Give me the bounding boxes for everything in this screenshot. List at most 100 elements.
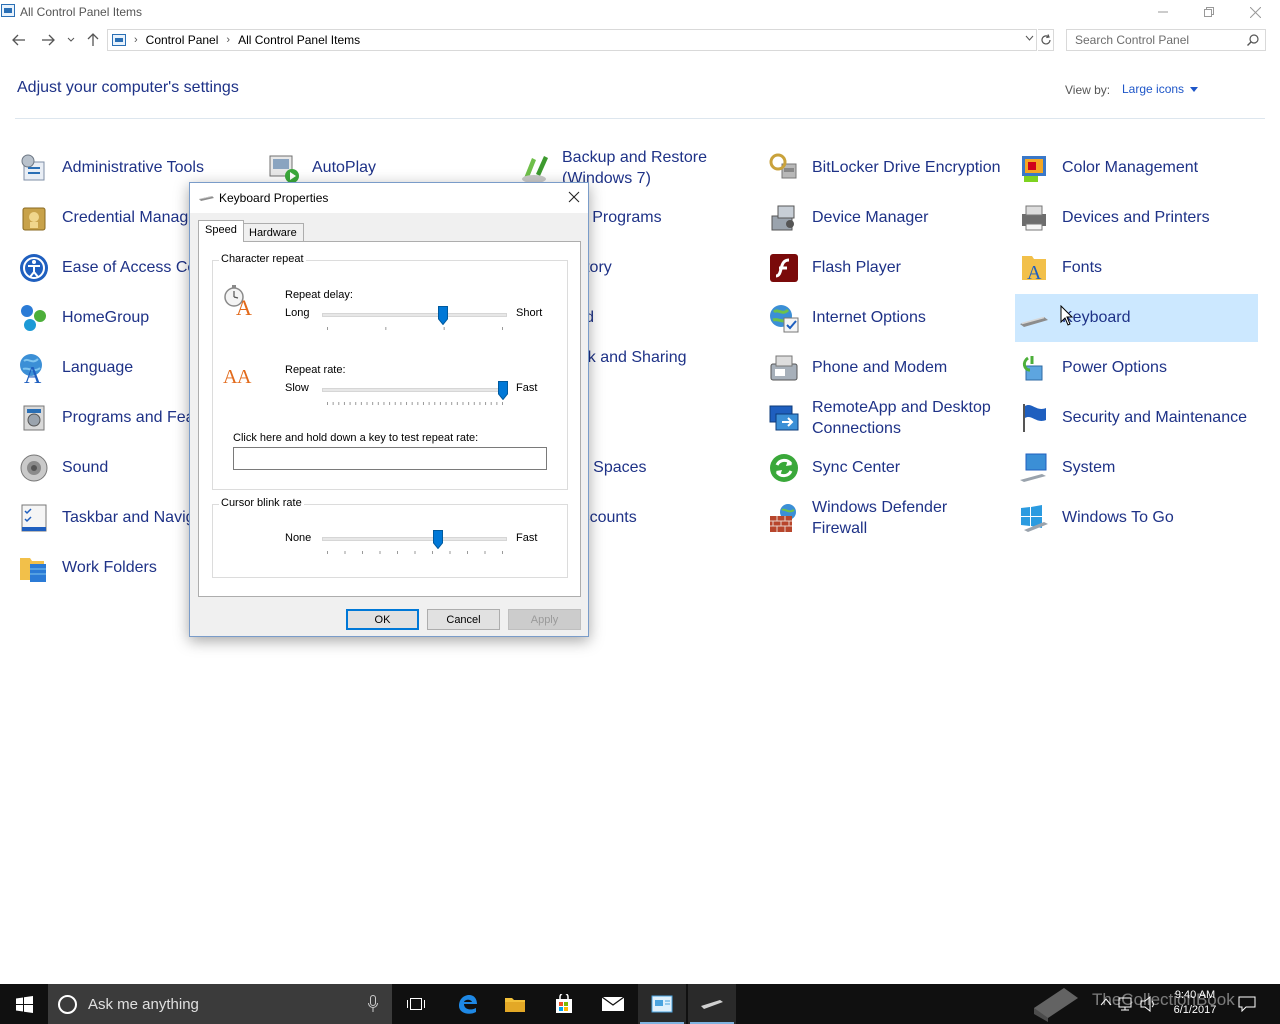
task-view-button[interactable]: [392, 984, 440, 1024]
cp-item-label: Sound: [62, 459, 109, 476]
cp-item-bitlocker[interactable]: BitLocker Drive Encryption: [765, 144, 1008, 192]
repeat-delay-icon: A: [224, 285, 252, 317]
restore-button[interactable]: [1186, 0, 1232, 24]
repeat-rate-icon: A A: [223, 366, 252, 388]
cp-item-label: Work Folders: [62, 559, 157, 576]
tab-speed[interactable]: Speed: [198, 220, 244, 242]
up-arrow-icon: [87, 33, 99, 46]
up-button[interactable]: [83, 28, 103, 52]
minimize-button[interactable]: [1140, 0, 1186, 24]
watermark-logo: [1034, 988, 1078, 1022]
dialog-titlebar: Keyboard Properties: [190, 183, 588, 213]
cp-item-flash-player[interactable]: Flash Player: [765, 244, 1008, 292]
device-manager-icon: [768, 202, 800, 234]
control-panel-taskbar-button[interactable]: [638, 984, 686, 1024]
windows-to-go-icon: [1018, 502, 1050, 534]
cp-item-power-options[interactable]: Power Options: [1015, 344, 1258, 392]
cursor-blink-slider[interactable]: [322, 537, 507, 541]
search-box[interactable]: [1066, 29, 1266, 51]
delay-short-label: Short: [516, 307, 543, 319]
cp-item-label: HomeGroup: [62, 309, 150, 326]
breadcrumb-control-panel[interactable]: Control Panel: [146, 33, 219, 47]
cp-item-firewall[interactable]: Windows Defender Firewall: [765, 494, 1008, 542]
repeat-rate-slider[interactable]: [322, 388, 507, 392]
cp-item-phone-modem[interactable]: Phone and Modem: [765, 344, 1008, 392]
character-repeat-label: Character repeat: [219, 253, 306, 265]
test-repeat-input[interactable]: [233, 447, 547, 470]
control-panel-icon: [651, 995, 673, 1013]
close-icon: [1249, 6, 1261, 18]
ok-button[interactable]: OK: [346, 609, 419, 630]
cancel-button[interactable]: Cancel: [427, 609, 500, 630]
cp-item-device-manager[interactable]: Device Manager: [765, 194, 1008, 242]
cp-item-label: Ease of Access Cer: [62, 259, 202, 276]
edge-button[interactable]: [443, 984, 491, 1024]
control-panel-icon: [112, 34, 126, 46]
forward-arrow-icon: [42, 34, 55, 46]
microphone-icon[interactable]: [368, 995, 378, 1013]
restore-icon: [1204, 7, 1214, 17]
repeat-delay-slider[interactable]: [322, 313, 507, 317]
close-button[interactable]: [1232, 0, 1278, 24]
repeat-delay-thumb[interactable]: [438, 306, 449, 325]
keyboard-icon: [1018, 302, 1050, 334]
cp-item-label: Color Management: [1062, 159, 1199, 176]
cursor-blink-thumb[interactable]: [432, 530, 443, 549]
start-button[interactable]: [0, 984, 48, 1024]
keyboard-icon: [701, 1000, 723, 1009]
cp-item-label: Power Options: [1062, 359, 1167, 376]
dialog-close-icon[interactable]: [568, 191, 580, 203]
store-button[interactable]: [540, 984, 588, 1024]
apply-button[interactable]: Apply: [508, 609, 581, 630]
mail-button[interactable]: [589, 984, 637, 1024]
backup-icon: [518, 152, 550, 184]
breadcrumb-separator-icon: ›: [226, 34, 231, 46]
keyboard-properties-taskbar-button[interactable]: [688, 984, 736, 1024]
cp-item-label: Windows To Go: [1062, 509, 1174, 526]
mouse-pointer-icon: [1060, 305, 1074, 326]
cp-item-keyboard[interactable]: Keyboard: [1015, 294, 1258, 342]
cp-item-label: Flash Player: [812, 259, 901, 276]
cp-item-system[interactable]: System: [1015, 444, 1258, 492]
cp-item-internet-options[interactable]: Internet Options: [765, 294, 1008, 342]
breadcrumb-all-items[interactable]: All Control Panel Items: [238, 33, 360, 47]
system-icon: [1018, 452, 1050, 484]
taskbar: Ask me anything 9:40 AM 6/1/2017: [0, 984, 1280, 1024]
repeat-rate-thumb[interactable]: [498, 381, 508, 400]
cortana-search-box[interactable]: Ask me anything: [48, 984, 392, 1024]
cp-item-label: Windows Defender Firewall: [812, 499, 948, 537]
keyboard-icon: [199, 196, 214, 201]
cp-item-remoteapp[interactable]: RemoteApp and Desktop Connections: [765, 394, 1008, 442]
refresh-button[interactable]: [1038, 29, 1054, 51]
edge-icon: [459, 995, 477, 1014]
cp-item-label: Programs and Feat: [62, 409, 199, 426]
store-icon: [556, 994, 572, 1013]
action-center-icon[interactable]: [1238, 996, 1256, 1012]
forward-button[interactable]: [37, 28, 59, 52]
cursor-blink-group: Cursor blink rate None Fast: [212, 497, 568, 578]
admin-tools-icon: [18, 152, 50, 184]
cursor-blink-label: Cursor blink rate: [219, 497, 304, 509]
svg-text:A: A: [1027, 262, 1042, 284]
cp-item-devices-printers[interactable]: Devices and Printers: [1015, 194, 1258, 242]
address-dropdown-icon[interactable]: [1025, 33, 1034, 44]
cp-item-color-management[interactable]: Color Management: [1015, 144, 1258, 192]
file-explorer-button[interactable]: [491, 984, 539, 1024]
cp-item-sync-center[interactable]: Sync Center: [765, 444, 1008, 492]
cortana-placeholder: Ask me anything: [88, 996, 199, 1013]
view-by-dropdown[interactable]: Large icons: [1122, 82, 1198, 96]
power-options-icon: [1018, 352, 1050, 384]
cp-item-fonts[interactable]: A Fonts: [1015, 244, 1258, 292]
cp-item-security-flag[interactable]: Security and Maintenance: [1015, 394, 1258, 442]
tab-hardware[interactable]: Hardware: [242, 223, 304, 241]
ease-of-access-icon: [18, 252, 50, 284]
bitlocker-icon: [768, 152, 800, 184]
back-button[interactable]: [8, 28, 30, 52]
test-repeat-label: Click here and hold down a key to test r…: [233, 432, 479, 444]
cp-item-windows-to-go[interactable]: Windows To Go: [1015, 494, 1258, 542]
address-bar[interactable]: › Control Panel › All Control Panel Item…: [107, 29, 1037, 51]
cp-item-label: BitLocker Drive Encryption: [812, 159, 1001, 176]
cp-item-label: Language: [62, 359, 134, 376]
search-input[interactable]: [1073, 31, 1243, 49]
recent-locations-button[interactable]: [64, 28, 78, 52]
